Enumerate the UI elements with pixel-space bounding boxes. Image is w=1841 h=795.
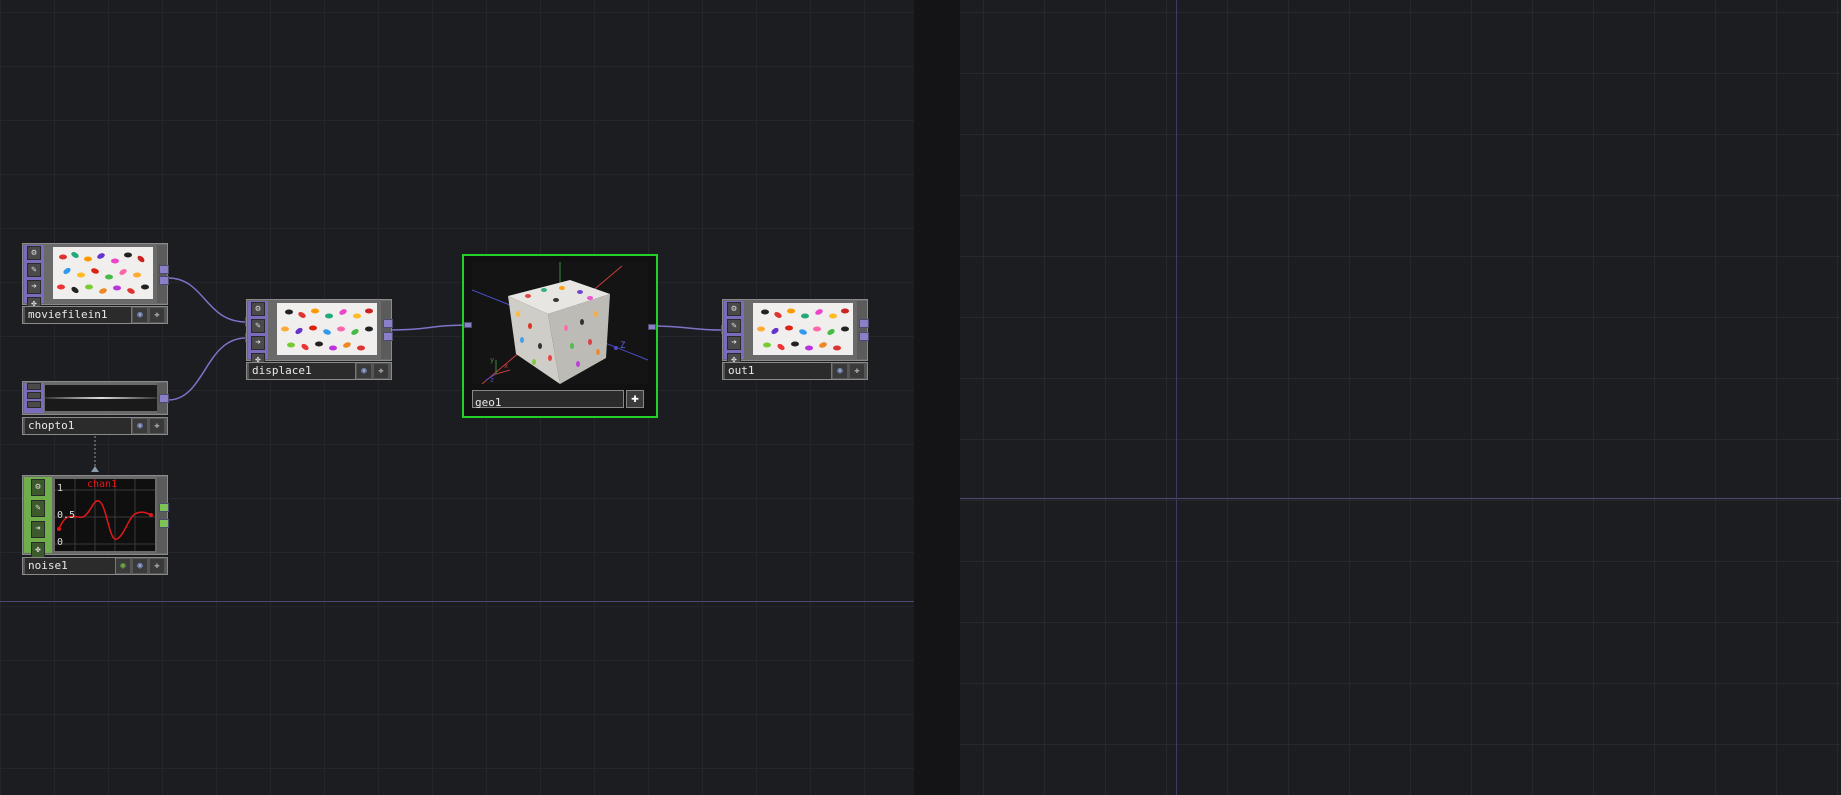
plus-icon[interactable]: ✚ bbox=[374, 364, 388, 378]
node-chopto1[interactable]: chopto1 ◉ ✚ bbox=[22, 381, 169, 436]
plus-icon[interactable]: ✚ bbox=[150, 308, 164, 322]
y-label-0: 0 bbox=[57, 537, 64, 548]
pane-divider[interactable] bbox=[914, 0, 960, 795]
plus-icon[interactable]: ✚ bbox=[150, 559, 164, 573]
output-port[interactable] bbox=[383, 332, 393, 341]
svg-text:x: x bbox=[504, 362, 508, 370]
plus-icon[interactable]: ✚ bbox=[850, 364, 864, 378]
node-name[interactable]: noise1 bbox=[25, 558, 116, 574]
node-geo1[interactable]: y x z Z geo1 ✚ bbox=[462, 254, 658, 418]
pen-icon[interactable]: ✎ bbox=[251, 319, 265, 333]
viewer-icon[interactable]: ◉ bbox=[133, 419, 147, 433]
node-name[interactable]: geo1 bbox=[473, 396, 502, 409]
y-label-1: 1 bbox=[57, 483, 64, 494]
gear-icon[interactable]: ⚙ bbox=[31, 479, 45, 496]
wire-arrowhead bbox=[91, 466, 99, 472]
output-port[interactable] bbox=[648, 324, 656, 330]
output-port[interactable] bbox=[159, 265, 169, 274]
output-port[interactable] bbox=[159, 276, 169, 285]
jellybeans-image bbox=[281, 308, 373, 351]
viewer-icon[interactable]: ◉ bbox=[133, 308, 147, 322]
textured-cube bbox=[508, 280, 610, 384]
arrow-right-icon[interactable]: ➜ bbox=[27, 280, 41, 294]
network-bottom-border bbox=[0, 601, 914, 602]
jellybeans-image bbox=[757, 308, 849, 351]
viewer-horizontal-axis bbox=[960, 498, 1841, 499]
node-thumbnail bbox=[277, 303, 377, 355]
wire-chopto1-displace1 bbox=[167, 337, 247, 401]
node-name[interactable]: out1 bbox=[725, 363, 832, 379]
cook-icon[interactable]: ◉ bbox=[116, 559, 130, 573]
node-label-bar: noise1 ◉ ◉ ✚ bbox=[22, 557, 168, 575]
output-port[interactable] bbox=[159, 519, 169, 528]
gear-icon[interactable] bbox=[27, 383, 41, 390]
wire-geo1-out1 bbox=[647, 325, 723, 331]
wire-displace1-geo1 bbox=[391, 324, 471, 331]
node-moviefilein1[interactable]: ⚙ ✎ ➜ ✤ moviefilein1 ◉ ✚ bbox=[22, 243, 169, 326]
node-label-bar[interactable]: geo1 bbox=[472, 390, 624, 409]
wire-moviefilein1-displace1 bbox=[167, 277, 247, 323]
pen-icon[interactable]: ✎ bbox=[727, 319, 741, 333]
node-right-bar bbox=[381, 301, 391, 359]
node-right-bar bbox=[157, 245, 167, 303]
z-axis-label: Z bbox=[620, 341, 626, 351]
geo-viewport: y x z Z bbox=[472, 262, 648, 384]
node-name[interactable]: displace1 bbox=[249, 363, 356, 379]
arrow-right-icon[interactable]: ➜ bbox=[727, 336, 741, 350]
plus-icon[interactable]: ✚ bbox=[626, 390, 644, 408]
node-label-bar: displace1 ◉ ✚ bbox=[246, 362, 392, 380]
svg-text:y: y bbox=[490, 356, 494, 364]
chop-texture-line bbox=[45, 397, 157, 399]
output-port[interactable] bbox=[383, 319, 393, 328]
channel-label: chan1 bbox=[87, 479, 118, 490]
node-label-bar: moviefilein1 ◉ ✚ bbox=[22, 306, 168, 324]
plus-icon[interactable]: ✚ bbox=[150, 419, 164, 433]
gear-icon[interactable]: ⚙ bbox=[251, 302, 265, 316]
input-port[interactable] bbox=[464, 322, 472, 328]
node-noise1[interactable]: ⚙ ✎ ➜ ✤ chan1 1 0.5 0 noise1 ◉ ◉ ✚ bbox=[22, 475, 169, 576]
viewer-pane[interactable] bbox=[960, 0, 1841, 795]
arrow-right-icon[interactable]: ➜ bbox=[251, 336, 265, 350]
viewer-vertical-axis bbox=[1176, 0, 1177, 795]
arrow-right-icon[interactable]: ➜ bbox=[31, 521, 45, 538]
output-port[interactable] bbox=[159, 394, 169, 403]
jellybeans-image bbox=[57, 252, 149, 294]
node-name[interactable]: chopto1 bbox=[25, 418, 132, 434]
arrow-right-icon[interactable] bbox=[27, 401, 41, 408]
viewer-icon[interactable]: ◉ bbox=[833, 364, 847, 378]
node-label-bar: chopto1 ◉ ✚ bbox=[22, 417, 168, 435]
chop-graph: chan1 1 0.5 0 bbox=[55, 479, 155, 551]
node-name[interactable]: moviefilein1 bbox=[25, 307, 132, 323]
viewer-icon[interactable]: ◉ bbox=[357, 364, 371, 378]
node-thumbnail bbox=[45, 385, 157, 411]
svg-text:z: z bbox=[490, 376, 494, 384]
pen-icon[interactable]: ✎ bbox=[27, 263, 41, 277]
viewer-icon[interactable]: ◉ bbox=[133, 559, 147, 573]
node-out1[interactable]: ⚙ ✎ ➜ ✤ out1 ◉ ✚ bbox=[721, 299, 869, 382]
network-editor-pane[interactable]: ⚙ ✎ ➜ ✤ moviefilein1 ◉ ✚ ⚙ ✎ ➜ ✤ displac… bbox=[0, 0, 914, 795]
node-thumbnail bbox=[53, 247, 153, 299]
node-thumbnail bbox=[753, 303, 853, 355]
gear-icon[interactable]: ⚙ bbox=[727, 302, 741, 316]
pen-icon[interactable]: ✎ bbox=[31, 500, 45, 517]
y-label-0-5: 0.5 bbox=[57, 510, 76, 521]
node-right-bar bbox=[157, 477, 167, 553]
node-displace1[interactable]: ⚙ ✎ ➜ ✤ displace1 ◉ ✚ bbox=[245, 299, 393, 382]
output-port[interactable] bbox=[859, 319, 869, 328]
output-port[interactable] bbox=[859, 332, 869, 341]
node-right-bar bbox=[857, 301, 867, 359]
output-port[interactable] bbox=[159, 503, 169, 512]
pen-icon[interactable] bbox=[27, 392, 41, 399]
node-label-bar: out1 ◉ ✚ bbox=[722, 362, 868, 380]
gear-icon[interactable]: ⚙ bbox=[27, 246, 41, 260]
